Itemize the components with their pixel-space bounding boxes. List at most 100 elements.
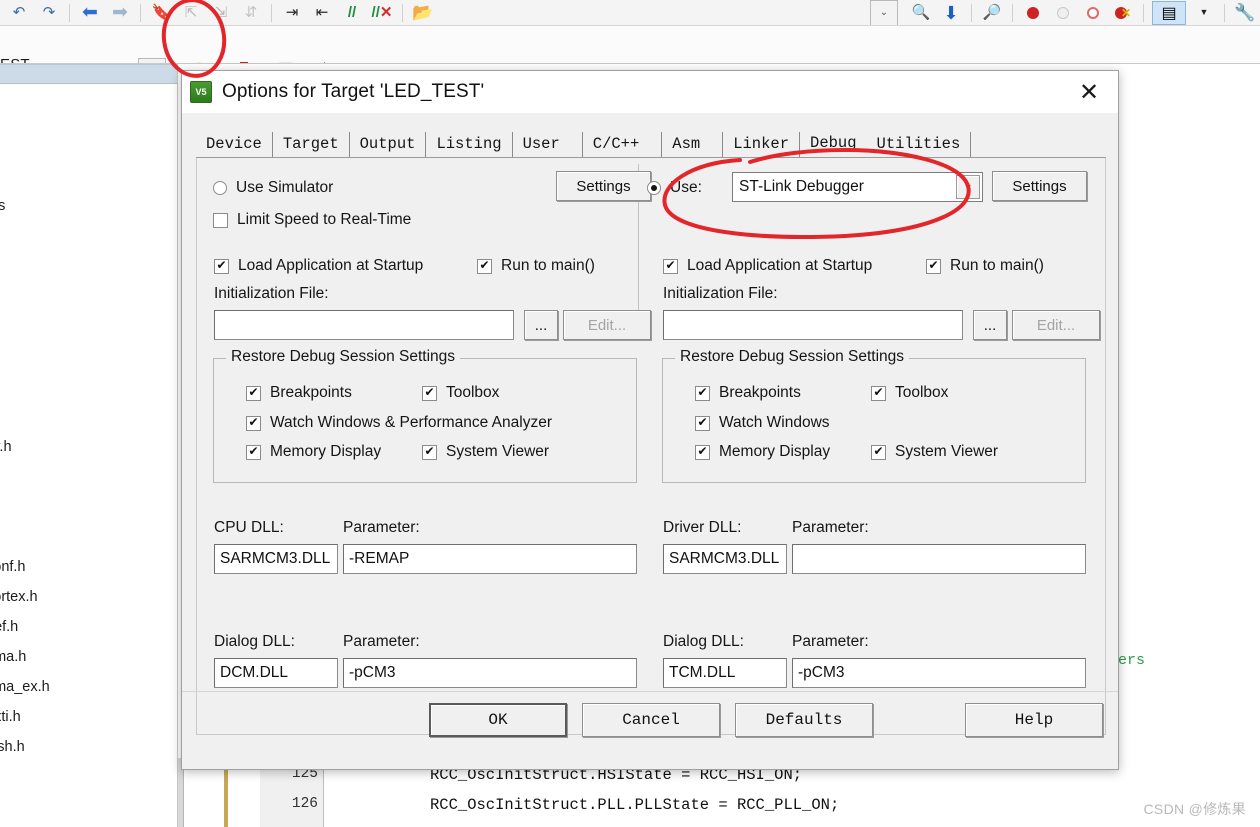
watch-windows-checkbox-left[interactable] <box>246 415 261 431</box>
list-item[interactable]: lash.h <box>0 739 25 755</box>
load-app-checkbox-left[interactable] <box>214 258 229 274</box>
cpu-dll-input[interactable]: SARMCM3.DLL <box>214 544 338 574</box>
bookmark-clear-icon[interactable]: ⇵ <box>238 2 264 24</box>
dialog-parameter-input-right[interactable]: -pCM3 <box>792 658 1086 688</box>
help-button[interactable]: Help <box>965 703 1103 737</box>
driver-dll-input[interactable]: SARMCM3.DLL <box>663 544 787 574</box>
system-viewer-option-left[interactable]: System Viewer <box>422 443 549 461</box>
load-app-at-startup-option-right[interactable]: Load Application at Startup <box>663 257 872 275</box>
bookmark-toggle-icon[interactable]: ⇱ <box>178 2 204 24</box>
undo-icon[interactable]: ↶ <box>6 2 32 24</box>
list-item[interactable]: conf.h <box>0 559 26 575</box>
load-app-at-startup-option-left[interactable]: Load Application at Startup <box>214 257 423 275</box>
tab-target[interactable]: Target <box>273 132 350 157</box>
use-simulator-radio[interactable] <box>213 181 227 195</box>
breakpoints-option-right[interactable]: Breakpoints <box>695 384 801 402</box>
watch-windows-checkbox-right[interactable] <box>695 415 710 431</box>
run-to-main-option-right[interactable]: Run to main() <box>926 257 1044 275</box>
tab-linker[interactable]: Linker <box>723 132 801 157</box>
tab-device[interactable]: Device <box>196 132 273 157</box>
bookmark-next-icon[interactable]: ⇲ <box>208 2 234 24</box>
indent-icon[interactable]: ⇥ <box>279 2 305 24</box>
limit-speed-checkbox[interactable] <box>213 212 228 228</box>
run-to-main-checkbox-right[interactable] <box>926 258 941 274</box>
tab-cpp[interactable]: C/C++ <box>583 132 663 157</box>
defaults-button[interactable]: Defaults <box>735 703 873 737</box>
init-file-input-left[interactable] <box>214 310 514 340</box>
redo-icon[interactable]: ↷ <box>36 2 62 24</box>
limit-speed-option[interactable]: Limit Speed to Real-Time <box>213 211 411 229</box>
simulator-settings-button[interactable]: Settings <box>556 171 651 201</box>
chevron-down-icon[interactable]: ▼ <box>956 175 980 199</box>
init-file-edit-button-left[interactable]: Edit... <box>563 310 651 340</box>
list-item[interactable]: e.s <box>0 198 5 214</box>
tab-user[interactable]: User <box>513 132 583 157</box>
toolbox-checkbox-right[interactable] <box>871 385 886 401</box>
comment-icon[interactable]: // <box>339 2 365 24</box>
ok-button[interactable]: OK <box>429 703 567 737</box>
watch-windows-option-right[interactable]: Watch Windows <box>695 414 830 432</box>
toolbox-checkbox-left[interactable] <box>422 385 437 401</box>
list-item[interactable]: exti.h <box>0 709 21 725</box>
system-viewer-option-right[interactable]: System Viewer <box>871 443 998 461</box>
driver-parameter-input[interactable] <box>792 544 1086 574</box>
list-item[interactable]: dma.h <box>0 649 26 665</box>
tab-output[interactable]: Output <box>350 132 427 157</box>
dialog-dll-input-left[interactable]: DCM.DLL <box>214 658 338 688</box>
debugger-select[interactable]: ST-Link Debugger ▼ <box>732 172 983 202</box>
debugger-settings-button[interactable]: Settings <box>992 171 1087 201</box>
tab-debug[interactable]: Debug <box>800 131 867 157</box>
system-viewer-checkbox-left[interactable] <box>422 444 437 460</box>
breakpoints-option-left[interactable]: Breakpoints <box>246 384 352 402</box>
open-folder-icon[interactable]: 📂 <box>410 2 436 24</box>
use-debugger-radio[interactable] <box>647 181 661 195</box>
breakpoints-checkbox-left[interactable] <box>246 385 261 401</box>
watch-windows-option-left[interactable]: Watch Windows & Performance Analyzer <box>246 414 552 432</box>
memory-display-checkbox-right[interactable] <box>695 444 710 460</box>
close-icon[interactable]: ✕ <box>1070 78 1108 106</box>
outdent-icon[interactable]: ⇤ <box>309 2 335 24</box>
register-dropdown-icon[interactable]: ▼ <box>1191 2 1217 24</box>
tab-strip[interactable]: Device Target Output Listing User C/C++ … <box>196 131 972 157</box>
toolbox-option-right[interactable]: Toolbox <box>871 384 948 402</box>
use-simulator-option[interactable]: Use Simulator <box>213 179 333 197</box>
uncomment-icon[interactable]: //✕ <box>369 2 395 24</box>
breakpoint-disabled-icon[interactable] <box>1051 1 1075 25</box>
list-item[interactable]: dma_ex.h <box>0 679 50 695</box>
bookmark-icon[interactable]: 🔖 <box>148 2 174 24</box>
tab-asm[interactable]: Asm <box>662 132 724 157</box>
insert-bookmark-icon[interactable]: ⬇ <box>938 2 964 24</box>
zoom-icon[interactable]: 🔎 <box>979 2 1005 24</box>
load-app-checkbox-right[interactable] <box>663 258 678 274</box>
init-file-edit-button-right[interactable]: Edit... <box>1012 310 1100 340</box>
breakpoint-hollow-icon[interactable] <box>1081 1 1105 25</box>
list-item[interactable]: cy.h <box>0 439 12 455</box>
register-window-icon[interactable]: ▤ <box>1152 0 1186 25</box>
run-to-main-option-left[interactable]: Run to main() <box>477 257 595 275</box>
dialog-parameter-input-left[interactable]: -pCM3 <box>343 658 637 688</box>
breakpoint-red-icon[interactable] <box>1021 1 1045 25</box>
tab-utilities[interactable]: Utilities <box>867 132 972 157</box>
init-file-browse-button-left[interactable]: ... <box>524 310 558 340</box>
find-in-files-icon[interactable]: 🔍 <box>908 2 934 24</box>
cpu-parameter-input[interactable]: -REMAP <box>343 544 637 574</box>
memory-display-checkbox-left[interactable] <box>246 444 261 460</box>
use-debugger-option[interactable]: Use: <box>647 179 702 197</box>
cancel-button[interactable]: Cancel <box>582 703 720 737</box>
options-for-target-dialog[interactable]: V5 Options for Target 'LED_TEST' ✕ Devic… <box>181 70 1119 770</box>
back-arrow-icon[interactable]: ⬅ <box>77 2 103 24</box>
list-item[interactable]: def.h <box>0 619 18 635</box>
target-selector-combo[interactable]: ⌄ <box>870 0 898 25</box>
list-item[interactable]: cortex.h <box>0 589 38 605</box>
memory-display-option-left[interactable]: Memory Display <box>246 443 381 461</box>
toolbox-option-left[interactable]: Toolbox <box>422 384 499 402</box>
tab-listing[interactable]: Listing <box>426 132 513 157</box>
forward-arrow-icon[interactable]: ➡ <box>107 2 133 24</box>
system-viewer-checkbox-right[interactable] <box>871 444 886 460</box>
dialog-dll-input-right[interactable]: TCM.DLL <box>663 658 787 688</box>
init-file-input-right[interactable] <box>663 310 963 340</box>
memory-display-option-right[interactable]: Memory Display <box>695 443 830 461</box>
run-to-main-checkbox-left[interactable] <box>477 258 492 274</box>
build-icon[interactable]: 🔧 <box>1232 2 1258 24</box>
project-tree-pane[interactable]: e.s cy.h conf.h cortex.h def.h dma.h dma… <box>0 64 178 827</box>
